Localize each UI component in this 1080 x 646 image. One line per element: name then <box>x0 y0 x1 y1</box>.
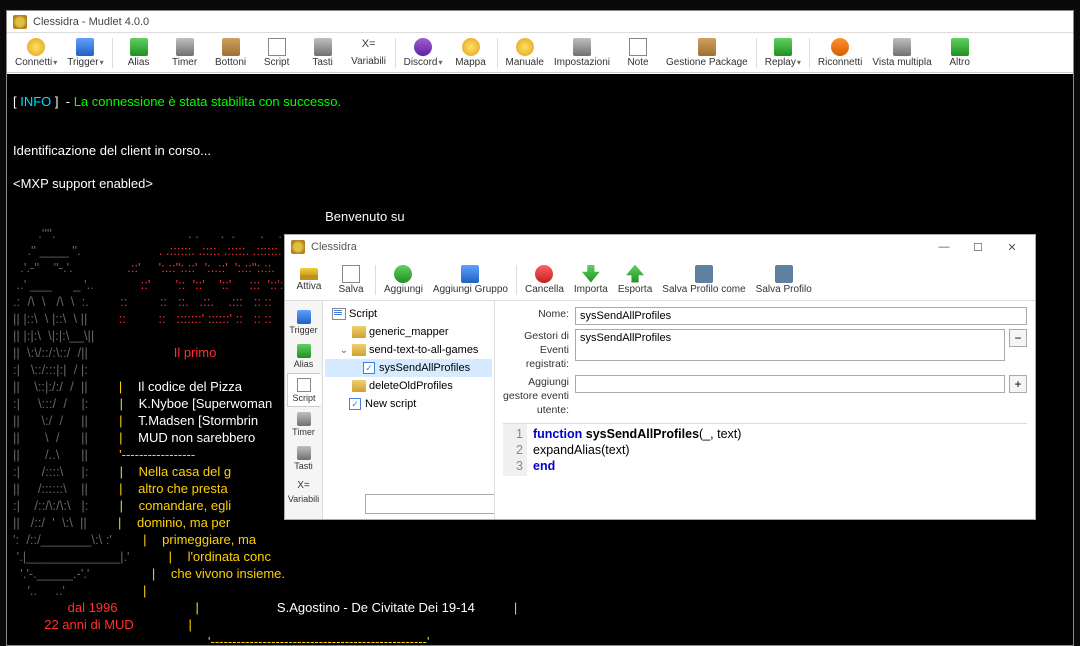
aggiungi-gestore-label: Aggiungi gestore eventi utente: <box>503 375 575 417</box>
toolbar-note[interactable]: Note <box>616 35 660 71</box>
toolbar-replay[interactable]: Replay▾ <box>761 35 805 71</box>
gutter: 123 <box>503 424 527 476</box>
sidetab-script[interactable]: Script <box>287 373 321 407</box>
toolbar-vista-multipla[interactable]: Vista multipla <box>868 35 935 71</box>
tree-item-generic-mapper[interactable]: generic_mapper <box>325 323 492 341</box>
info-msg: La connessione è stata stabilita con suc… <box>74 94 341 109</box>
toolbar-manuale[interactable]: Manuale <box>502 35 548 71</box>
remove-handler-button[interactable]: − <box>1009 329 1027 347</box>
nome-input[interactable] <box>575 307 1027 325</box>
toolbar-mappa[interactable]: Mappa <box>449 35 493 71</box>
tree-combo[interactable]: ⌄ <box>365 494 495 514</box>
info-tag: INFO <box>20 94 51 109</box>
primo: Il primo <box>174 345 220 360</box>
aggiungi-gestore-input[interactable] <box>575 375 1005 393</box>
kw-function: function <box>533 427 582 441</box>
k1: K.Nyboe [Superwoman <box>139 396 273 411</box>
toolbar-bottoni[interactable]: Bottoni <box>209 35 253 71</box>
toolbar-timer[interactable]: Timer <box>163 35 207 71</box>
toolbar-alias[interactable]: Alias <box>117 35 161 71</box>
casa4: dominio, ma per <box>137 515 230 530</box>
dialog-title: Clessidra <box>311 241 357 253</box>
dialog-app-icon <box>291 240 305 254</box>
aggiungi-button[interactable]: Aggiungi <box>380 265 427 295</box>
casa1: Nella casa del g <box>139 464 232 479</box>
k2: T.Madsen [Stormbrin <box>138 413 258 428</box>
welcome-line: Benvenuto su <box>325 209 405 224</box>
minimize-button[interactable]: — <box>927 236 961 258</box>
code-line-2: expandAlias(text) <box>533 442 741 458</box>
tree-item-syssendallprofiles[interactable]: ✓sysSendAllProfiles <box>325 359 492 377</box>
toolbar-riconnetti[interactable]: Riconnetti <box>814 35 866 71</box>
salva-button[interactable]: Salva <box>331 265 371 295</box>
side-tabs: TriggerAliasScriptTimerTastiX=Variabili <box>285 301 323 519</box>
aggiungi-gruppo-button[interactable]: Aggiungi Gruppo <box>429 265 512 295</box>
maximize-button[interactable]: ☐ <box>961 236 995 258</box>
toolbar-script[interactable]: Script <box>255 35 299 71</box>
dialog-titlebar: Clessidra — ☐ ✕ <box>285 235 1035 259</box>
importa-button[interactable]: Importa <box>570 265 612 295</box>
fn-name: sysSendAllProfiles <box>586 427 699 441</box>
toolbar-connetti[interactable]: Connetti▾ <box>11 35 61 71</box>
casa3: comandare, egli <box>139 498 232 513</box>
sidetab-variabili[interactable]: X=Variabili <box>287 475 321 509</box>
k3: MUD non sarebbero <box>138 430 259 445</box>
agostino: S.Agostino - De Civitate Dei 19-14 <box>277 600 475 615</box>
add-handler-button[interactable]: + <box>1009 375 1027 393</box>
anni: 22 anni di MUD <box>44 617 134 632</box>
tree-item-deleteoldprofiles[interactable]: deleteOldProfiles <box>325 377 492 395</box>
casa6: l'ordinata conc <box>188 549 271 564</box>
script-tree: Script generic_mapper⌄send-text-to-all-g… <box>323 301 495 519</box>
tree-item-send-text-to-all-games[interactable]: ⌄send-text-to-all-games <box>325 341 492 359</box>
toolbar-altro[interactable]: Altro <box>938 35 982 71</box>
app-icon <box>13 15 27 29</box>
toolbar-gestione-package[interactable]: Gestione Package <box>662 35 752 71</box>
dialog-toolbar: Attiva Salva Aggiungi Aggiungi Gruppo Ca… <box>285 259 1035 301</box>
salva-profilo-button[interactable]: Salva Profilo <box>752 265 816 295</box>
script-form: Nome: Gestori di Eventi registrati: − Ag… <box>495 301 1035 519</box>
casa5: primeggiare, ma <box>162 532 256 547</box>
esporta-button[interactable]: Esporta <box>614 265 656 295</box>
toolbar-discord[interactable]: Discord▾ <box>400 35 447 71</box>
toolbar-tasti[interactable]: Tasti <box>301 35 345 71</box>
toolbar-impostazioni[interactable]: Impostazioni <box>550 35 614 71</box>
sidetab-tasti[interactable]: Tasti <box>287 441 321 475</box>
tree-root[interactable]: Script <box>325 305 492 323</box>
mxp-line: <MXP support enabled> <box>13 176 153 191</box>
cancella-button[interactable]: Cancella <box>521 265 568 295</box>
attiva-button[interactable]: Attiva <box>289 268 329 292</box>
sidetab-timer[interactable]: Timer <box>287 407 321 441</box>
kw-end: end <box>533 459 555 473</box>
casa2: altro che presta <box>138 481 228 496</box>
casa7: che vivono insieme. <box>171 566 285 581</box>
main-title: Clessidra - Mudlet 4.0.0 <box>33 16 149 28</box>
codice: Il codice del Pizza <box>138 379 242 394</box>
script-editor-dialog: Clessidra — ☐ ✕ Attiva Salva Aggiungi Ag… <box>284 234 1036 520</box>
gestori-label: Gestori di Eventi registrati: <box>503 329 575 371</box>
toolbar-variabili[interactable]: X=Variabili <box>347 35 391 71</box>
tree-item-new-script[interactable]: ✓New script <box>325 395 492 413</box>
main-toolbar: Connetti▾Trigger▾ AliasTimerBottoniScript… <box>7 33 1073 73</box>
salva-profilo-come-button[interactable]: Salva Profilo come <box>658 265 749 295</box>
close-button[interactable]: ✕ <box>995 236 1029 258</box>
dal: dal 1996 <box>68 600 118 615</box>
ident-line: Identificazione del client in corso... <box>13 143 211 158</box>
toolbar-trigger[interactable]: Trigger▾ <box>63 35 107 71</box>
gestori-textarea[interactable] <box>575 329 1005 361</box>
sidetab-alias[interactable]: Alias <box>287 339 321 373</box>
main-titlebar: Clessidra - Mudlet 4.0.0 <box>7 11 1073 33</box>
fn-args: (_, text) <box>699 427 741 441</box>
sidetab-trigger[interactable]: Trigger <box>287 305 321 339</box>
nome-label: Nome: <box>503 307 575 321</box>
code-editor[interactable]: 123 function sysSendAllProfiles(_, text)… <box>503 423 1027 476</box>
